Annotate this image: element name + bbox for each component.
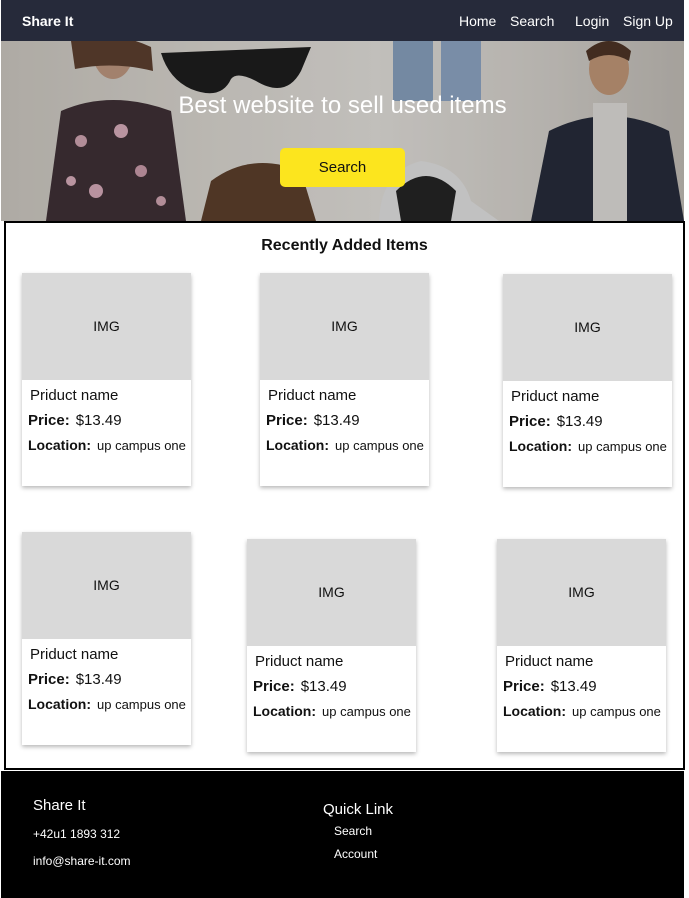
- product-price-row: Price: $13.49: [28, 671, 122, 688]
- product-name: Priduct name: [505, 653, 594, 670]
- product-name: Priduct name: [511, 388, 600, 405]
- location-label: Location:: [503, 703, 566, 719]
- product-location-row: Location: up campus one: [266, 437, 424, 453]
- location-value: up campus one: [97, 697, 186, 712]
- location-label: Location:: [253, 703, 316, 719]
- product-card[interactable]: IMG Priduct name Price: $13.49 Location: u…: [22, 273, 191, 486]
- nav-signup-link[interactable]: Sign Up: [623, 13, 673, 29]
- product-price-row: Price: $13.49: [266, 412, 360, 429]
- footer-quick-link-title: Quick Link: [323, 801, 394, 818]
- product-card[interactable]: IMG Priduct name Price: $13.49 Location: u…: [247, 539, 416, 752]
- hero-overlay: [1, 41, 684, 221]
- footer-email[interactable]: info@share-it.com: [33, 854, 131, 868]
- brand-logo[interactable]: Share It: [22, 13, 73, 29]
- price-label: Price:: [503, 678, 545, 695]
- product-image-placeholder: IMG: [22, 273, 191, 380]
- price-value: $13.49: [313, 412, 360, 429]
- navbar: Share It Home Search Login Sign Up: [1, 0, 684, 41]
- location-label: Location:: [28, 437, 91, 453]
- product-card[interactable]: IMG Priduct name Price: $13.49 Location: u…: [503, 274, 672, 487]
- product-name: Priduct name: [30, 646, 119, 663]
- price-label: Price:: [28, 412, 70, 429]
- price-label: Price:: [253, 678, 295, 695]
- price-label: Price:: [509, 413, 551, 430]
- product-name: Priduct name: [255, 653, 344, 670]
- price-label: Price:: [28, 671, 70, 688]
- product-price-row: Price: $13.49: [503, 678, 597, 695]
- location-value: up campus one: [322, 704, 411, 719]
- price-value: $13.49: [556, 413, 603, 430]
- section-title: Recently Added Items: [261, 237, 428, 254]
- footer-search-link[interactable]: Search: [334, 824, 372, 838]
- hero-search-button[interactable]: Search: [280, 148, 405, 187]
- nav-search-link[interactable]: Search: [510, 13, 554, 29]
- location-label: Location:: [509, 438, 572, 454]
- product-location-row: Location: up campus one: [253, 703, 411, 719]
- product-price-row: Price: $13.49: [253, 678, 347, 695]
- product-image-placeholder: IMG: [247, 539, 416, 646]
- product-name: Priduct name: [30, 387, 119, 404]
- location-value: up campus one: [572, 704, 661, 719]
- location-value: up campus one: [578, 439, 667, 454]
- footer-account-link[interactable]: Account: [334, 847, 377, 861]
- location-value: up campus one: [335, 438, 424, 453]
- footer: Share It +42u1 1893 312 info@share-it.co…: [1, 771, 684, 898]
- price-value: $13.49: [75, 671, 122, 688]
- price-value: $13.49: [75, 412, 122, 429]
- product-location-row: Location: up campus one: [509, 438, 667, 454]
- product-card[interactable]: IMG Priduct name Price: $13.49 Location: u…: [497, 539, 666, 752]
- location-label: Location:: [266, 437, 329, 453]
- price-value: $13.49: [300, 678, 347, 695]
- product-image-placeholder: IMG: [503, 274, 672, 381]
- nav-home-link[interactable]: Home: [459, 13, 496, 29]
- product-location-row: Location: up campus one: [28, 437, 186, 453]
- product-price-row: Price: $13.49: [28, 412, 122, 429]
- recent-items-section: Recently Added Items IMG Priduct name Pr…: [4, 221, 685, 770]
- product-card[interactable]: IMG Priduct name Price: $13.49 Location: u…: [22, 532, 191, 745]
- product-image-placeholder: IMG: [497, 539, 666, 646]
- footer-phone: +42u1 1893 312: [33, 827, 121, 841]
- footer-brand: Share It: [33, 797, 86, 814]
- product-image-placeholder: IMG: [22, 532, 191, 639]
- nav-login-link[interactable]: Login: [575, 13, 609, 29]
- location-label: Location:: [28, 696, 91, 712]
- product-location-row: Location: up campus one: [28, 696, 186, 712]
- product-location-row: Location: up campus one: [503, 703, 661, 719]
- price-value: $13.49: [550, 678, 597, 695]
- product-price-row: Price: $13.49: [509, 413, 603, 430]
- hero-banner: Best website to sell used items Search: [1, 41, 684, 221]
- product-card[interactable]: IMG Priduct name Price: $13.49 Location: u…: [260, 273, 429, 486]
- price-label: Price:: [266, 412, 308, 429]
- hero-title: Best website to sell used items: [178, 92, 507, 119]
- product-name: Priduct name: [268, 387, 357, 404]
- product-image-placeholder: IMG: [260, 273, 429, 380]
- location-value: up campus one: [97, 438, 186, 453]
